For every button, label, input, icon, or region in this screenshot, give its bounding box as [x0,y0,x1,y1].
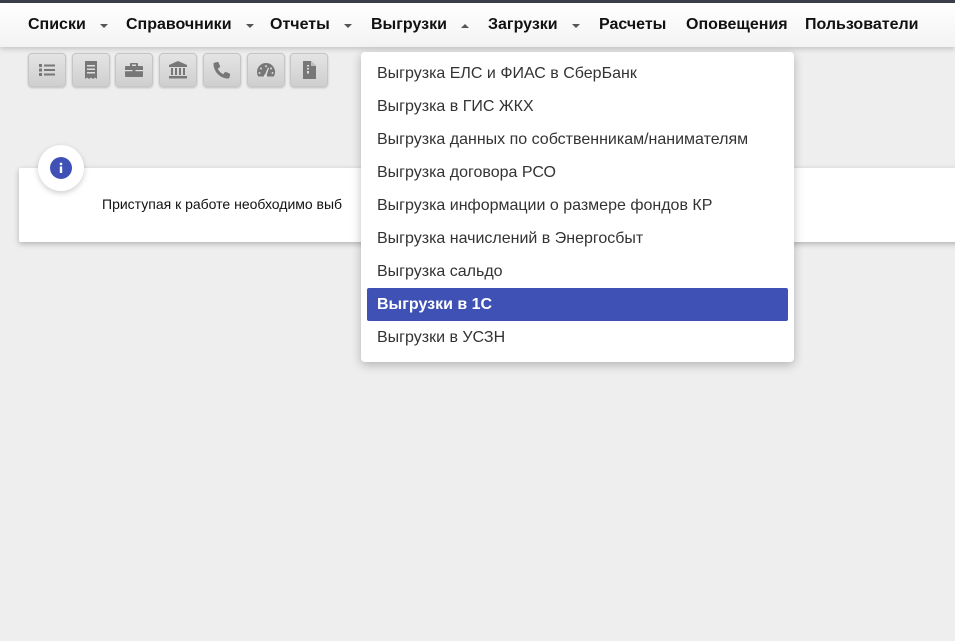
nav-item-label: Выгрузки [371,16,447,33]
phone-icon [213,61,231,79]
nav-item-notifications[interactable]: Оповещения [686,3,788,47]
nav-item-label: Справочники [126,16,232,33]
info-icon [50,157,72,179]
list-button[interactable] [28,53,66,87]
menu-item-sberbank-export[interactable]: Выгрузка ЕЛС и ФИАС в СберБанк [367,57,788,90]
document-button[interactable] [290,53,328,87]
document-icon [303,61,316,79]
dashboard-button[interactable] [247,53,285,87]
bank-icon [169,61,187,79]
nav-item-references[interactable]: Справочники [126,3,254,47]
bank-button[interactable] [159,53,197,87]
caret-up-icon [460,23,469,28]
caret-down-icon [343,23,352,28]
nav-item-label: Списки [28,16,86,33]
menu-item-energosbyt-export[interactable]: Выгрузка начислений в Энергосбыт [367,222,788,255]
caret-down-icon [571,23,580,28]
nav-item-exports[interactable]: Выгрузки [371,3,469,47]
dashboard-icon [257,63,276,78]
nav-item-users[interactable]: Пользователи [805,3,918,47]
menu-item-kr-funds-export[interactable]: Выгрузка информации о размере фондов КР [367,189,788,222]
caret-down-icon [245,23,254,28]
nav-item-label: Расчеты [599,16,667,33]
nav-item-label: Пользователи [805,16,919,33]
menu-item-balance-export[interactable]: Выгрузка сальдо [367,255,788,288]
exports-dropdown-menu: Выгрузка ЕЛС и ФИАС в СберБанк Выгрузка … [361,52,794,362]
main-navbar: Списки Справочники Отчеты Выгрузки Загру… [0,3,955,47]
nav-item-label: Оповещения [686,16,788,33]
nav-item-lists[interactable]: Списки [28,3,108,47]
menu-item-rso-contract-export[interactable]: Выгрузка договора РСО [367,156,788,189]
nav-item-imports[interactable]: Загрузки [488,3,580,47]
receipt-icon [85,61,97,79]
nav-item-reports[interactable]: Отчеты [270,3,352,47]
nav-item-label: Отчеты [270,16,330,33]
menu-item-owners-export[interactable]: Выгрузка данных по собственникам/нанимат… [367,123,788,156]
menu-item-gis-zhkh-export[interactable]: Выгрузка в ГИС ЖКХ [367,90,788,123]
list-icon [39,64,55,76]
caret-down-icon [99,23,108,28]
info-message: Приступая к работе необходимо выб [102,196,343,212]
nav-item-calculations[interactable]: Расчеты [599,3,666,47]
briefcase-button[interactable] [115,53,153,87]
phone-button[interactable] [203,53,241,87]
receipt-button[interactable] [72,53,110,87]
menu-item-uszn-export[interactable]: Выгрузки в УСЗН [367,321,788,354]
menu-item-1c-export[interactable]: Выгрузки в 1С [367,288,788,321]
nav-item-label: Загрузки [488,16,558,33]
briefcase-icon [125,63,143,77]
info-badge [38,145,84,191]
